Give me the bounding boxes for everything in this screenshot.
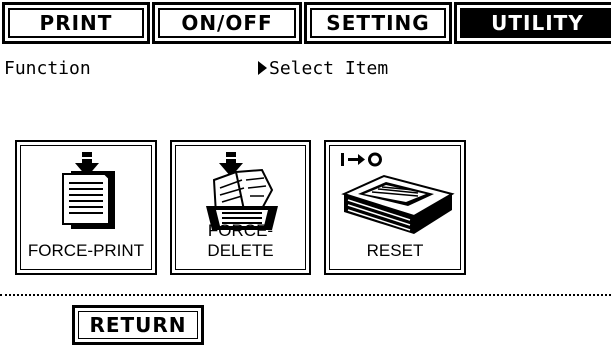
- tab-on-off[interactable]: ON/OFF: [152, 2, 302, 44]
- return-button[interactable]: RETURN: [72, 305, 204, 345]
- tab-utility[interactable]: UTILITY: [454, 2, 611, 44]
- tab-print-label: PRINT: [8, 8, 144, 38]
- tab-on-off-label: ON/OFF: [158, 8, 296, 38]
- tab-setting-label: SETTING: [310, 8, 446, 38]
- instruction-text: Select Item: [258, 58, 388, 79]
- reset-label: RESET: [366, 241, 424, 260]
- tab-setting[interactable]: SETTING: [304, 2, 452, 44]
- instruction-label: Select Item: [269, 58, 389, 79]
- force-print-button[interactable]: FORCE-PRINT: [15, 140, 157, 275]
- force-print-icon: [62, 152, 115, 229]
- pointer-arrow-icon: [258, 61, 267, 75]
- force-delete-button[interactable]: FORCE-DELETE: [170, 140, 311, 275]
- force-delete-label: FORCE-DELETE: [207, 221, 274, 260]
- force-print-label: FORCE-PRINT: [27, 241, 145, 260]
- return-label: RETURN: [78, 311, 198, 339]
- tab-utility-label: UTILITY: [460, 8, 611, 38]
- power-cycle-icon: [341, 152, 382, 167]
- dotted-divider: [0, 294, 611, 296]
- tab-print[interactable]: PRINT: [2, 2, 150, 44]
- tab-bar: PRINT ON/OFF SETTING UTILITY: [0, 0, 611, 52]
- reset-button[interactable]: RESET: [324, 140, 466, 275]
- function-title: Function: [4, 58, 91, 79]
